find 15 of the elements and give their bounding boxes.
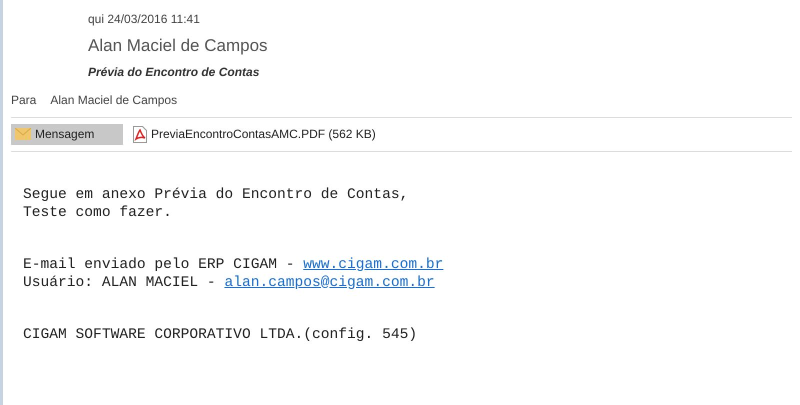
message-tab[interactable]: Mensagem [11, 124, 123, 144]
link[interactable]: www.cigam.com.br [303, 256, 444, 272]
link[interactable]: alan.campos@cigam.com.br [224, 274, 435, 290]
subject-line: Prévia do Encontro de Contas [88, 64, 260, 80]
message-line: Segue em anexo Prévia do Encontro de Contas, [23, 186, 408, 204]
recipient-name: Alan Maciel de Campos [50, 92, 178, 108]
to-label: Para [11, 92, 36, 108]
message-line: E-mail enviado pelo ERP CIGAM - www.cigam.com.br [23, 256, 444, 274]
sent-date: qui 24/03/2016 11:41 [88, 11, 200, 27]
pdf-file-icon [133, 126, 147, 142]
message-line: Teste como fazer. [23, 204, 172, 222]
message-line: Usuário: ALAN MACIEL - alan.campos@cigam.com.br [23, 274, 435, 292]
sender-name: Alan Maciel de Campos [88, 35, 268, 57]
envelope-icon [15, 128, 31, 140]
message-line: CIGAM SOFTWARE CORPORATIVO LTDA.(config. 545) [23, 326, 418, 344]
